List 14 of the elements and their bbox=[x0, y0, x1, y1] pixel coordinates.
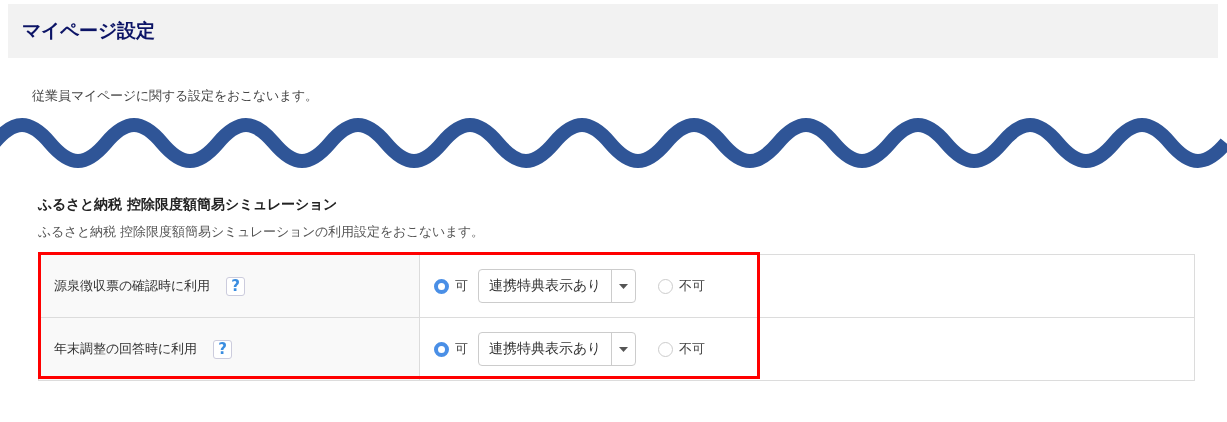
caret-icon bbox=[619, 283, 628, 289]
setting-label: 源泉徴収票の確認時に利用 bbox=[54, 277, 210, 295]
radio-option[interactable]: 不可 bbox=[658, 277, 705, 295]
radio-option[interactable]: 可 bbox=[434, 340, 468, 358]
radio-option[interactable]: 不可 bbox=[658, 340, 705, 358]
dropdown[interactable]: 連携特典表示あり bbox=[478, 269, 636, 303]
page-description: 従業員マイページに関する設定をおこないます。 bbox=[32, 88, 319, 104]
dropdown[interactable]: 連携特典表示あり bbox=[478, 332, 636, 366]
caret-icon bbox=[619, 346, 628, 352]
page-title: マイページ設定 bbox=[22, 18, 155, 43]
section-title: ふるさと納税 控除限度額簡易シミュレーション bbox=[38, 195, 338, 213]
radio-option[interactable]: 可 bbox=[434, 277, 468, 295]
setting-label: 年末調整の回答時に利用 bbox=[54, 340, 197, 358]
section-description: ふるさと納税 控除限度額簡易シミュレーションの利用設定をおこないます。 bbox=[38, 224, 486, 240]
